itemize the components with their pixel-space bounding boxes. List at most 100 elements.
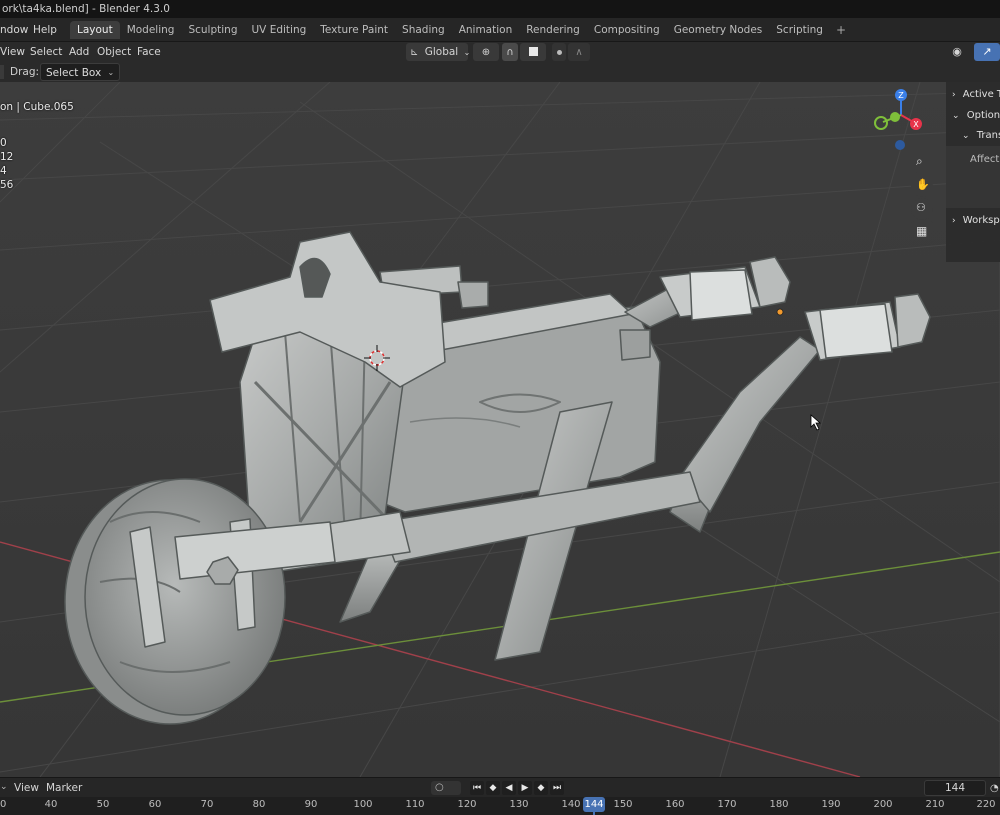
frame-tick: 150	[613, 799, 633, 810]
frame-tick: 80	[252, 799, 266, 810]
zoom-icon: ⌕	[916, 154, 923, 168]
menu-select[interactable]: Select	[30, 44, 62, 60]
object-info-text: on | Cube.065	[0, 101, 74, 113]
drag-label: Drag:	[10, 66, 40, 78]
panel-transform[interactable]: ⌄ Transf	[962, 127, 1000, 145]
gizmo-toggle-button[interactable]: ↗	[974, 43, 1000, 61]
panel-options[interactable]: ⌄ Options	[952, 107, 1000, 125]
jump-start-button[interactable]: ⏮	[470, 781, 484, 795]
menu-help[interactable]: Help	[33, 22, 57, 38]
frame-tick: 200	[873, 799, 893, 810]
chevron-right-icon: ›	[952, 90, 956, 100]
chevron-down-icon: ⌄	[463, 48, 471, 57]
tab-layout[interactable]: Layout	[70, 21, 120, 39]
tab-animation[interactable]: Animation	[452, 21, 520, 39]
add-workspace-button[interactable]: +	[830, 21, 852, 39]
tool-mode-edge	[0, 65, 4, 79]
frame-tick: 160	[665, 799, 685, 810]
frame-tick: 170	[717, 799, 737, 810]
tab-geometry-nodes[interactable]: Geometry Nodes	[667, 21, 770, 39]
playhead-frame-badge[interactable]: 144	[583, 797, 605, 812]
grid-toggle-icon: ▦	[916, 224, 928, 238]
menu-view[interactable]: View	[0, 44, 25, 60]
zoom-button[interactable]: ⌕	[911, 152, 933, 174]
camera-view-button[interactable]: ⚇	[911, 198, 933, 220]
menu-window[interactable]: ndow	[0, 22, 28, 38]
object-origin-dot	[776, 308, 784, 316]
eye-icon: ◉	[952, 45, 962, 58]
panel-options-label: Options	[966, 110, 1000, 121]
visibility-dropdown[interactable]: ◉	[944, 43, 970, 61]
pivot-icon: ⊕	[481, 47, 491, 58]
viewport-3d[interactable]: Z X on | Cube.065 0 12 4 56 ⌕ ✋ ⚇ ▦	[0, 82, 1000, 777]
gizmo-y-icon[interactable]	[890, 112, 900, 122]
tab-scripting[interactable]: Scripting	[769, 21, 830, 39]
pan-hand-icon: ✋	[916, 178, 930, 191]
chevron-right-icon: ›	[952, 216, 956, 226]
timeline-menu-view[interactable]: View	[14, 781, 39, 795]
tab-compositing[interactable]: Compositing	[587, 21, 667, 39]
prev-keyframe-icon: ◆	[489, 783, 497, 793]
next-keyframe-button[interactable]: ◆	[534, 781, 548, 795]
tool-settings-bar: Drag: Select Box ⌄	[0, 62, 1000, 82]
chevron-down-icon: ⌄	[107, 68, 115, 77]
proportional-edit-toggle[interactable]	[552, 43, 566, 61]
tab-sculpting[interactable]: Sculpting	[181, 21, 244, 39]
record-icon: ○	[435, 782, 444, 793]
workspace-tabs: Layout Modeling Sculpting UV Editing Tex…	[70, 21, 852, 39]
scene-canvas[interactable]: Z X	[0, 82, 1000, 777]
gizmo-neg-z-icon[interactable]	[895, 140, 905, 150]
editor-type-icon[interactable]: ⌄	[0, 782, 8, 792]
window-title: ork\ta4ka.blend] - Blender 4.3.0	[0, 0, 1000, 18]
stats-line-2: 12	[0, 151, 14, 163]
frame-tick: 180	[769, 799, 789, 810]
viewport-header: View Select Add Object Face ⊾ Global ⌄ ⊕…	[0, 42, 1000, 62]
chevron-down-icon: ⌄	[952, 111, 960, 121]
snap-square-icon	[528, 47, 538, 56]
keying-dropdown[interactable]: ○	[431, 781, 461, 795]
tab-uv-editing[interactable]: UV Editing	[245, 21, 314, 39]
timeline-ruler[interactable]: 30 40 50 60 70 80 90 100 110 120 130 140…	[0, 797, 1000, 815]
gizmo-arrow-icon: ↗	[982, 45, 992, 58]
frame-tick: 60	[148, 799, 162, 810]
next-keyframe-icon: ◆	[537, 783, 545, 793]
play-reverse-button[interactable]: ◀	[502, 781, 516, 795]
transform-orientation-dropdown[interactable]: ⊾ Global ⌄	[406, 43, 471, 61]
menu-add[interactable]: Add	[69, 44, 89, 60]
snap-target-dropdown[interactable]	[520, 43, 546, 61]
frame-tick: 70	[200, 799, 214, 810]
auto-key-button[interactable]: ◔	[990, 781, 1000, 795]
pivot-point-dropdown[interactable]: ⊕	[473, 43, 499, 61]
frame-tick: 30	[0, 799, 7, 810]
perspective-toggle-button[interactable]: ▦	[911, 221, 933, 243]
prev-keyframe-button[interactable]: ◆	[486, 781, 500, 795]
current-frame-field[interactable]: 144	[924, 780, 986, 796]
tab-texture-paint[interactable]: Texture Paint	[313, 21, 395, 39]
frame-tick: 90	[304, 799, 318, 810]
tab-rendering[interactable]: Rendering	[519, 21, 587, 39]
falloff-curve-icon: ∧	[575, 47, 583, 58]
tab-modeling[interactable]: Modeling	[120, 21, 182, 39]
pan-button[interactable]: ✋	[911, 175, 933, 197]
jump-end-button[interactable]: ⏭	[550, 781, 564, 795]
play-button[interactable]: ▶	[518, 781, 532, 795]
tab-shading[interactable]: Shading	[395, 21, 452, 39]
drag-mode-dropdown[interactable]: Select Box ⌄	[40, 63, 121, 81]
top-bar: ndow Help Layout Modeling Sculpting UV E…	[0, 18, 1000, 42]
falloff-dropdown[interactable]: ∧	[568, 43, 590, 61]
frame-tick: 190	[821, 799, 841, 810]
jump-start-icon: ⏮	[472, 783, 482, 793]
panel-active-tool[interactable]: › Active To	[952, 86, 1000, 104]
menu-face[interactable]: Face	[137, 44, 161, 60]
snap-toggle-button[interactable]: ∩	[502, 43, 518, 61]
frame-tick: 210	[925, 799, 945, 810]
menu-object[interactable]: Object	[97, 44, 131, 60]
timeline-menu-marker[interactable]: Marker	[46, 781, 82, 795]
orientation-icon: ⊾	[410, 47, 419, 58]
frame-tick: 50	[96, 799, 110, 810]
magnet-icon: ∩	[506, 47, 514, 58]
frame-tick: 220	[976, 799, 996, 810]
gizmo-x-label: X	[913, 120, 919, 129]
panel-workspace[interactable]: › Workspac	[952, 212, 1000, 230]
clock-icon: ◔	[990, 783, 999, 794]
